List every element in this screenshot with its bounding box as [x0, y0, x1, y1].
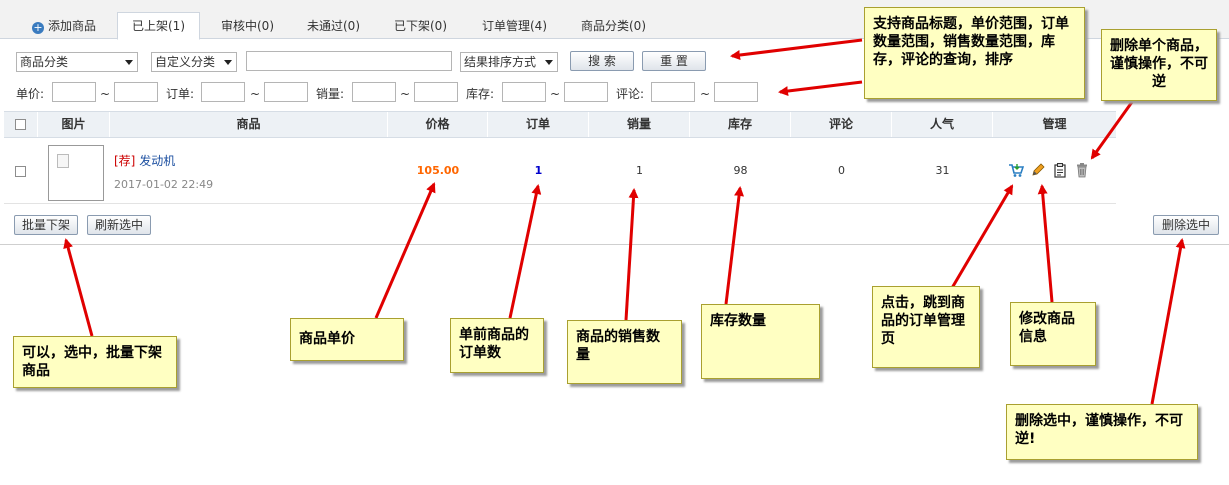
sales-label: 销量:: [316, 87, 345, 101]
trash-icon[interactable]: [1074, 162, 1090, 178]
category-select[interactable]: 商品分类: [16, 52, 138, 72]
price-max-input[interactable]: [114, 82, 158, 102]
price-min-input[interactable]: [52, 82, 96, 102]
price-cell: 105.00: [416, 164, 460, 177]
col-sales: 销量: [589, 112, 690, 137]
sales-max-input[interactable]: [414, 82, 458, 102]
stock-min-input[interactable]: [502, 82, 546, 102]
sales-cell: 1: [636, 164, 643, 177]
divider: [0, 244, 1229, 245]
product-date: 2017-01-02 22:49: [114, 178, 214, 191]
sort-select[interactable]: 结果排序方式: [460, 52, 558, 72]
product-thumbnail[interactable]: [48, 145, 104, 201]
tab-add-product[interactable]: + 添加商品: [32, 13, 96, 39]
col-price: 价格: [388, 112, 488, 137]
recommend-tag: [荐]: [114, 154, 136, 168]
note-delete-single: 删除单个商品，谨慎操作，不可逆: [1101, 29, 1217, 101]
comments-cell: 0: [838, 164, 845, 177]
col-orders: 订单: [488, 112, 589, 137]
price-label: 单价:: [16, 87, 45, 101]
note-bulk-offline: 可以，选中，批量下架商品: [13, 336, 177, 388]
reset-button[interactable]: 重 置: [642, 51, 706, 71]
cart-icon[interactable]: [1008, 162, 1024, 178]
table-row: [荐] 发动机 2017-01-02 22:49 105.00 1 1 98 0…: [4, 138, 1116, 204]
stock-cell: 98: [733, 164, 748, 177]
note-orders: 单前商品的订单数: [450, 318, 544, 373]
product-name[interactable]: 发动机: [139, 154, 175, 168]
stock-label: 库存:: [466, 87, 495, 101]
bulk-offline-button[interactable]: 批量下架: [14, 215, 78, 235]
note-price: 商品单价: [290, 318, 404, 361]
product-title[interactable]: [荐] 发动机: [114, 152, 175, 169]
orders-cell[interactable]: 1: [488, 164, 589, 177]
note-stock: 库存数量: [701, 304, 820, 379]
col-image: 图片: [38, 112, 110, 137]
tab-order-management[interactable]: 订单管理(4): [482, 13, 547, 39]
select-all-checkbox[interactable]: [15, 119, 26, 130]
note-edit: 修改商品信息: [1010, 302, 1096, 366]
col-stock: 库存: [690, 112, 791, 137]
search-button[interactable]: 搜 索: [570, 51, 634, 71]
tab-listed[interactable]: 已上架(1): [117, 12, 200, 40]
comment-max-input[interactable]: [714, 82, 758, 102]
order-max-input[interactable]: [264, 82, 308, 102]
range-tilde: ~: [400, 87, 411, 101]
pencil-icon[interactable]: [1030, 162, 1046, 178]
note-search-info: 支持商品标题，单价范围，订单数量范围，销售数量范围，库存，评论的查询，排序: [864, 7, 1085, 99]
refresh-selected-button[interactable]: 刷新选中: [87, 215, 151, 235]
row-checkbox[interactable]: [15, 166, 26, 177]
sales-min-input[interactable]: [352, 82, 396, 102]
range-tilde: ~: [550, 87, 561, 101]
stock-max-input[interactable]: [564, 82, 608, 102]
chevron-down-icon: [545, 60, 553, 65]
range-tilde: ~: [100, 87, 111, 101]
tab-reviewing[interactable]: 审核中(0): [221, 13, 274, 39]
range-tilde: ~: [250, 87, 261, 101]
popularity-cell: 31: [935, 164, 950, 177]
order-label: 订单:: [166, 87, 195, 101]
clipboard-icon[interactable]: [1052, 162, 1068, 178]
col-product: 商品: [110, 112, 388, 137]
chevron-down-icon: [125, 60, 133, 65]
col-popularity: 人气: [892, 112, 993, 137]
col-comments: 评论: [791, 112, 892, 137]
col-manage: 管理: [1042, 117, 1067, 131]
custom-category-select[interactable]: 自定义分类: [151, 52, 237, 72]
tab-delisted[interactable]: 已下架(0): [394, 13, 447, 39]
order-min-input[interactable]: [201, 82, 245, 102]
tab-product-category[interactable]: 商品分类(0): [581, 13, 646, 39]
select-all-cell: [4, 112, 38, 137]
note-delete-selected: 删除选中，谨慎操作，不可逆!: [1006, 404, 1198, 460]
tab-rejected[interactable]: 未通过(0): [307, 13, 360, 39]
comment-min-input[interactable]: [651, 82, 695, 102]
chevron-down-icon: [224, 60, 232, 65]
table-header: 图片 商品 价格 订单 销量 库存 评论 人气 管理: [4, 111, 1116, 138]
title-search-input[interactable]: [246, 51, 452, 71]
comment-label: 评论:: [616, 87, 645, 101]
image-placeholder-icon: [57, 154, 69, 168]
note-sales: 商品的销售数量: [567, 320, 682, 384]
plus-circle-icon: +: [32, 21, 44, 34]
range-tilde: ~: [700, 87, 711, 101]
delete-selected-button[interactable]: 删除选中: [1153, 215, 1219, 235]
note-order-page: 点击，跳到商品的订单管理页: [872, 286, 980, 368]
